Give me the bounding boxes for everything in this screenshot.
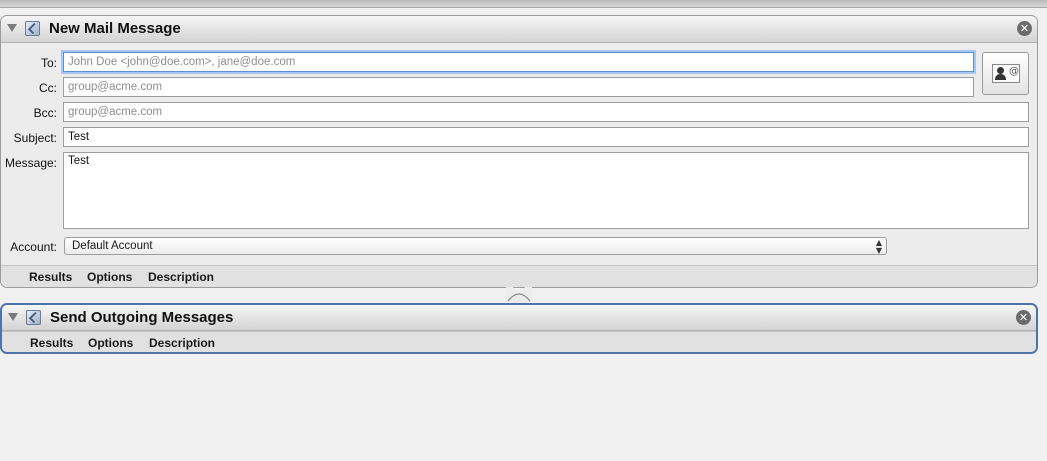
action-footer: Results Options Description [2,331,1036,352]
account-selected-value: Default Account [72,240,153,252]
action-title: Send Outgoing Messages [50,309,234,326]
tab-description[interactable]: Description [149,336,215,350]
updown-arrows-icon: ▲ ▼ [875,238,882,255]
workflow-top-edge [0,0,1047,8]
action-footer: Results Options Description [1,265,1037,287]
disclosure-triangle-icon[interactable] [7,24,17,32]
message-field[interactable]: Test [63,152,1029,229]
to-label: To: [40,56,57,70]
action-header[interactable]: Send Outgoing Messages ✕ [2,305,1036,331]
address-book-button[interactable]: @ [982,52,1029,95]
bcc-label: Bcc: [33,106,57,120]
close-icon[interactable]: ✕ [1017,21,1032,36]
action-title: New Mail Message [49,20,181,37]
action-new-mail-message[interactable]: New Mail Message ✕ To: @ Cc: Bcc: Subjec… [0,15,1038,288]
tab-results[interactable]: Results [29,270,72,284]
subject-label: Subject: [13,131,57,145]
cc-label: Cc: [39,81,57,95]
account-select[interactable]: Default Account ▲ ▼ [64,237,887,255]
bcc-field[interactable] [63,102,1029,122]
action-send-outgoing-messages[interactable]: Send Outgoing Messages ✕ Results Options… [0,303,1038,354]
cc-field[interactable] [63,77,974,97]
message-label: Message: [4,156,57,170]
account-label: Account: [10,240,57,254]
action-header[interactable]: New Mail Message ✕ [1,16,1037,43]
subject-field[interactable] [63,127,1029,147]
close-icon[interactable]: ✕ [1016,310,1031,325]
automator-mail-icon [25,21,40,36]
tab-options[interactable]: Options [87,270,132,284]
tab-results[interactable]: Results [30,336,73,350]
to-field[interactable] [63,52,974,72]
tab-options[interactable]: Options [88,336,133,350]
tab-description[interactable]: Description [148,270,214,284]
automator-mail-icon [26,310,41,325]
address-book-icon: @ [992,64,1020,83]
disclosure-triangle-icon[interactable] [8,313,18,321]
